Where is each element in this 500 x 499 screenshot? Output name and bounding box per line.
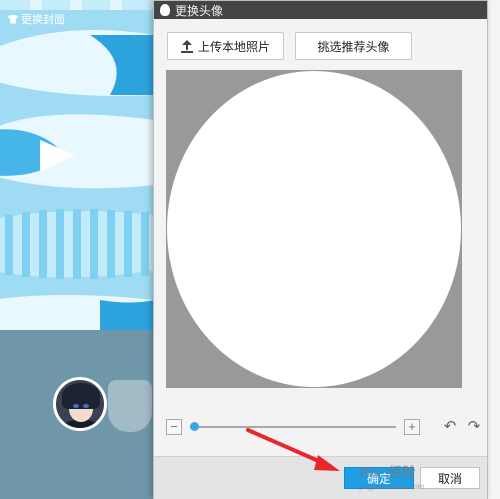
dialog-title: 更换头像	[175, 3, 224, 18]
zoom-slider-handle[interactable]	[190, 422, 199, 431]
upload-icon	[180, 39, 193, 53]
avatar[interactable]	[53, 377, 107, 431]
cancel-button[interactable]: 取消	[420, 467, 480, 489]
watermark: Bai 经验 jingyan.baidu.com	[360, 462, 424, 491]
watermark-url: jingyan.baidu.com	[360, 482, 425, 491]
watermark-text: Bai 经验	[360, 464, 414, 480]
zoom-in-button[interactable]: +	[404, 419, 420, 435]
dialog-footer: 确定 取消	[154, 456, 487, 499]
surfboard-pattern	[0, 0, 155, 330]
cover-image: 更换封面	[0, 0, 155, 330]
zoom-slider-track[interactable]	[190, 426, 396, 428]
zoom-out-button[interactable]: −	[166, 419, 182, 435]
crop-circle[interactable]	[167, 71, 461, 387]
shirt-icon	[8, 14, 18, 24]
change-avatar-dialog: 更换头像 上传本地照片 挑选推荐头像 − + ↶ ↷ 确定 取消	[153, 0, 488, 499]
change-cover-label: 更换封面	[21, 14, 65, 26]
blurred-logo	[108, 380, 152, 432]
pick-recommended-avatar-button[interactable]: 挑选推荐头像	[295, 32, 412, 60]
minus-icon: −	[170, 419, 178, 434]
zoom-controls: − + ↶ ↷	[166, 419, 480, 437]
dialog-titlebar: 更换头像	[154, 1, 487, 19]
qq-penguin-icon	[160, 4, 170, 16]
upload-button-label: 上传本地照片	[197, 39, 270, 54]
upload-local-photo-button[interactable]: 上传本地照片	[167, 32, 284, 60]
crop-area[interactable]	[166, 70, 462, 388]
change-cover-button[interactable]: 更换封面	[8, 11, 65, 27]
pick-button-label: 挑选推荐头像	[317, 39, 390, 54]
rotate-left-icon[interactable]: ↶	[442, 419, 458, 435]
page-edge-strip	[488, 0, 500, 499]
plus-icon: +	[408, 419, 416, 434]
rotate-right-icon[interactable]: ↷	[466, 419, 482, 435]
